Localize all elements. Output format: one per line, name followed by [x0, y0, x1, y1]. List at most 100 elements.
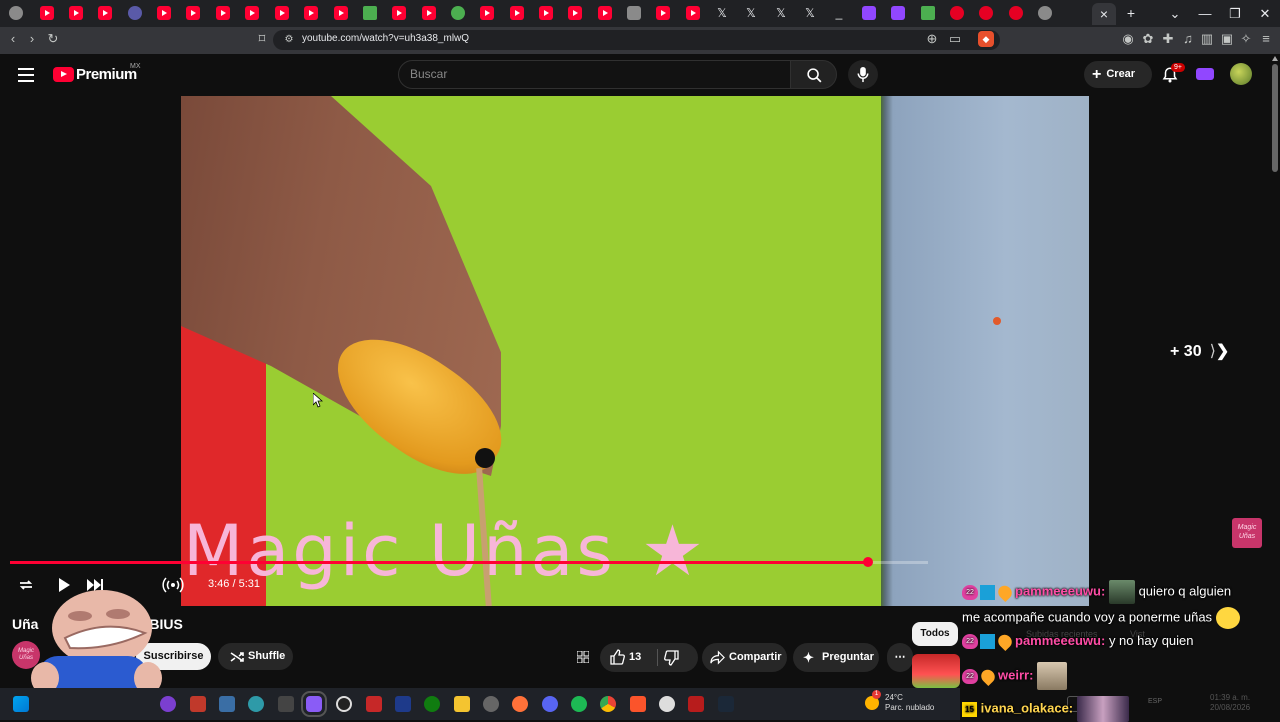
system-clock[interactable]: 01:39 a. m. 20/08/2026: [1210, 693, 1250, 713]
tab-x[interactable]: 𝕏: [744, 6, 758, 20]
browser-menu-icon[interactable]: ≡: [1258, 31, 1274, 47]
tab-youtube[interactable]: [98, 6, 112, 20]
voice-search-button[interactable]: [848, 60, 878, 89]
tab-butterfly[interactable]: [128, 6, 142, 20]
taskbar-app-icon[interactable]: [190, 696, 206, 712]
tab-x[interactable]: 𝕏: [803, 6, 817, 20]
tab-active-close[interactable]: ×: [1092, 3, 1116, 25]
tab-twitch[interactable]: [891, 6, 905, 20]
minimize-button[interactable]: —: [1190, 0, 1220, 27]
share-button[interactable]: Compartir: [702, 643, 787, 672]
brave-icon[interactable]: [630, 696, 646, 712]
extension-icon[interactable]: ✿: [1140, 31, 1156, 47]
tab-youtube[interactable]: [422, 6, 436, 20]
search-input[interactable]: [398, 60, 791, 89]
tab-dash[interactable]: _: [832, 6, 846, 20]
tab-x[interactable]: 𝕏: [774, 6, 788, 20]
tab-youtube[interactable]: [539, 6, 553, 20]
tab-pinterest[interactable]: [1009, 6, 1023, 20]
progress-scrubber[interactable]: [863, 557, 873, 567]
hamburger-menu-icon[interactable]: [18, 68, 34, 82]
search-button[interactable]: [790, 60, 837, 89]
tab-youtube[interactable]: [275, 6, 289, 20]
ask-button[interactable]: ✦ Preguntar: [793, 643, 879, 672]
language-indicator[interactable]: ESP: [1148, 698, 1162, 705]
tab-green[interactable]: [921, 6, 935, 20]
spotify-icon[interactable]: [571, 696, 587, 712]
live-broadcast-icon[interactable]: [162, 576, 184, 594]
extensions-puzzle-icon[interactable]: ✚: [1160, 31, 1176, 47]
photoshop-icon[interactable]: [395, 696, 411, 712]
tab-youtube[interactable]: [157, 6, 171, 20]
twitch-extension-icon[interactable]: [1196, 68, 1214, 80]
taskbar-app-icon[interactable]: [219, 696, 235, 712]
sidebar-icon[interactable]: ▥: [1199, 31, 1215, 47]
tab-x[interactable]: 𝕏: [715, 6, 729, 20]
discord-icon[interactable]: [542, 696, 558, 712]
account-avatar[interactable]: [1230, 63, 1252, 85]
grid-icon[interactable]: [577, 651, 589, 663]
filter-chip-all[interactable]: Todos: [912, 622, 958, 646]
tab-icon-settings[interactable]: [9, 6, 23, 20]
firefox-icon[interactable]: [512, 696, 528, 712]
tab-youtube[interactable]: [480, 6, 494, 20]
ai-icon[interactable]: ✧: [1238, 31, 1254, 47]
tab-twitch[interactable]: [862, 6, 876, 20]
windows-start-icon[interactable]: [13, 696, 29, 712]
taskbar-app-icon[interactable]: [160, 696, 176, 712]
more-actions-button[interactable]: ⋯: [887, 643, 913, 672]
brave-shield-icon[interactable]: ◆: [978, 31, 994, 47]
thumbs-down-icon[interactable]: [664, 650, 680, 666]
maximize-button[interactable]: ❐: [1220, 0, 1250, 27]
page-scrollbar[interactable]: [1271, 56, 1279, 176]
tab-pinterest[interactable]: [950, 6, 964, 20]
tab-youtube[interactable]: [656, 6, 670, 20]
close-window-button[interactable]: ✕: [1250, 0, 1280, 27]
tab-search-icon[interactable]: ⌄: [1160, 0, 1190, 27]
taskbar-app-icon-active[interactable]: [301, 691, 327, 717]
tab-youtube[interactable]: [598, 6, 612, 20]
taskbar-app-icon[interactable]: [659, 696, 675, 712]
cast-icon[interactable]: ▭: [947, 31, 963, 47]
skip-forward-30[interactable]: + 30 ⟩❯: [1170, 341, 1229, 361]
wallet-icon[interactable]: ▣: [1219, 31, 1235, 47]
zoom-icon[interactable]: ⊕: [924, 31, 940, 47]
xbox-icon[interactable]: [424, 696, 440, 712]
bookmark-icon[interactable]: ⌑: [254, 31, 270, 47]
tab-youtube[interactable]: [216, 6, 230, 20]
tab-youtube[interactable]: [69, 6, 83, 20]
taskbar-app-icon[interactable]: [483, 696, 499, 712]
taskbar-app-icon[interactable]: [278, 696, 294, 712]
file-explorer-icon[interactable]: [454, 696, 470, 712]
back-icon[interactable]: ‹: [5, 31, 21, 47]
taskbar-app-icon[interactable]: [248, 696, 264, 712]
tab-xbox[interactable]: [451, 6, 465, 20]
url-text[interactable]: youtube.com/watch?v=uh3a38_mlwQ: [302, 33, 469, 44]
tab-youtube[interactable]: [686, 6, 700, 20]
tab-youtube[interactable]: [392, 6, 406, 20]
tab-green[interactable]: [363, 6, 377, 20]
like-button[interactable]: 13: [600, 643, 658, 672]
chrome-icon[interactable]: [600, 696, 616, 712]
site-info-icon[interactable]: ⚙: [281, 32, 297, 48]
taskbar-app-icon[interactable]: [366, 696, 382, 712]
shuffle-button[interactable]: Shuffle: [218, 643, 293, 670]
create-button[interactable]: + Crear: [1084, 61, 1152, 88]
extension-icon[interactable]: ◉: [1120, 31, 1136, 47]
tab-shield[interactable]: [627, 6, 641, 20]
weather-widget[interactable]: 24°C Parc. nublado: [885, 693, 934, 713]
tab-youtube[interactable]: [510, 6, 524, 20]
tab-youtube[interactable]: [304, 6, 318, 20]
tab-pinterest[interactable]: [979, 6, 993, 20]
recommended-thumbnail[interactable]: [912, 654, 960, 688]
youtube-logo-icon[interactable]: [53, 67, 74, 82]
logo-text[interactable]: Premium: [76, 66, 137, 83]
tab-youtube[interactable]: [245, 6, 259, 20]
reload-icon[interactable]: ↻: [45, 31, 61, 47]
tab-globe[interactable]: [1038, 6, 1052, 20]
tab-youtube[interactable]: [334, 6, 348, 20]
channel-watermark-logo[interactable]: Magic Uñas: [1232, 518, 1262, 548]
tab-youtube[interactable]: [186, 6, 200, 20]
music-icon[interactable]: ♫: [1180, 31, 1196, 47]
taskbar-app-icon[interactable]: [688, 696, 704, 712]
